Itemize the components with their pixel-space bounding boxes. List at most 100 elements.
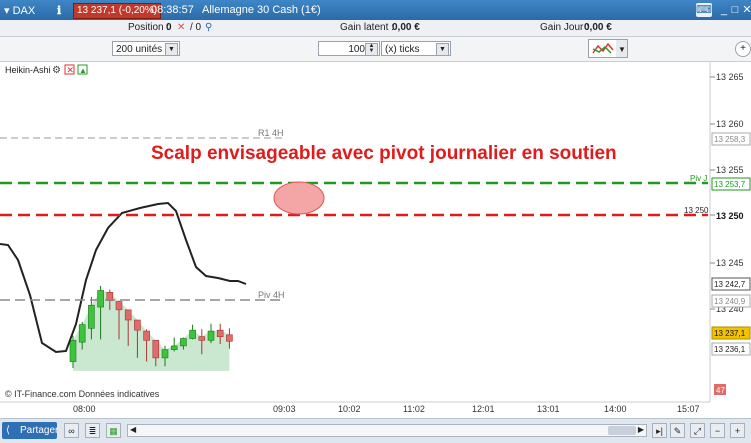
annotation-text: Scalp envisageable avec pivot journalier… xyxy=(151,143,617,164)
close-icon[interactable]: ✕ xyxy=(740,3,751,17)
chart-canvas[interactable]: R1 4H Piv J 13 250 Piv 4H Scalp envisage… xyxy=(0,62,751,418)
close-position-icon[interactable]: ✕ xyxy=(177,22,185,33)
quantity-value: 100 xyxy=(348,44,365,55)
list-icon[interactable]: ≣ xyxy=(85,423,100,438)
candle xyxy=(180,338,187,347)
svg-text:▼: ▼ xyxy=(618,45,626,54)
search-icon[interactable]: ⚲ xyxy=(205,22,212,33)
add-icon[interactable]: + xyxy=(735,41,751,57)
candle xyxy=(152,340,160,359)
y-tick: 13 245 xyxy=(716,258,744,268)
candle xyxy=(115,301,123,311)
y-tick: 13 250 xyxy=(716,211,744,221)
horizontal-scrollbar[interactable]: ◀ ▶ xyxy=(127,424,647,437)
x-tick: 13:01 xyxy=(537,404,560,414)
red-line-label: 13 250 xyxy=(684,206,709,215)
quantity-stepper[interactable]: 100 ▲ ▼ xyxy=(318,41,380,56)
zoom-fit-icon[interactable]: ⤢ xyxy=(690,423,705,438)
link-icon[interactable]: ∞ xyxy=(64,423,79,438)
candle xyxy=(198,336,206,341)
scroll-left-icon[interactable]: ◀ xyxy=(130,425,136,434)
svg-text:13 258,3: 13 258,3 xyxy=(714,135,746,144)
position-info-bar: Position : 0 ✕ / 0 ⚲ Gain latent : 0,00 … xyxy=(0,20,751,37)
svg-text:13 242,7: 13 242,7 xyxy=(714,280,746,289)
chart-toolbar: 200 unités ▼ 100 ▲ ▼ (x) ticks ▼ ▼ + xyxy=(0,37,751,62)
x-tick: 10:02 xyxy=(338,404,361,414)
candle xyxy=(216,329,224,337)
units-select-value: 200 unités xyxy=(116,44,163,55)
last-price-tag: 13 237,1 xyxy=(711,326,751,340)
y-tick: 13 255 xyxy=(716,165,744,175)
share-label: Partager xyxy=(20,425,59,436)
zoom-in-icon[interactable]: + xyxy=(730,423,745,438)
x-tick: 11:02 xyxy=(403,404,425,414)
svg-text:13 236,1: 13 236,1 xyxy=(714,345,746,354)
chevron-down-icon: ▼ xyxy=(436,43,449,56)
share-button[interactable]: ⟨ Partager xyxy=(2,422,59,439)
candle xyxy=(170,345,178,350)
candle xyxy=(143,330,150,341)
candle xyxy=(189,329,196,339)
ticks-select[interactable]: (x) ticks ▼ xyxy=(381,41,451,56)
countdown-tag: 47 xyxy=(714,384,726,395)
chevron-down-icon: ▾ xyxy=(4,5,10,17)
chevron-down-icon: ▼ xyxy=(165,43,178,56)
small-price-tag: 13 236,1 xyxy=(711,342,751,356)
svg-text:⚙: ⚙ xyxy=(52,65,61,76)
jump-end-icon[interactable]: ▸| xyxy=(652,423,667,438)
x-tick: 08:00 xyxy=(73,404,96,414)
svg-text:13 240,9: 13 240,9 xyxy=(714,297,746,306)
candle xyxy=(78,324,86,343)
svg-text:▲: ▲ xyxy=(79,66,87,75)
units-select[interactable]: 200 unités ▼ xyxy=(112,41,180,56)
piv-j-value-tag: 13 253,7 xyxy=(711,177,751,191)
wrench-icon[interactable]: ⚙ xyxy=(52,65,61,76)
candle xyxy=(124,309,132,321)
draw-icon[interactable]: ✎ xyxy=(670,423,685,438)
x-tick: 14:00 xyxy=(604,404,627,414)
indicator-label[interactable]: Heikin-Ashi xyxy=(5,65,51,75)
piv-4h-label: Piv 4H xyxy=(258,290,285,300)
gain-latent-label: Gain latent : xyxy=(340,22,394,33)
bottom-toolbar: ⟨ Partager ∞ ≣ ▦ ◀ ▶ ▸| ✎ ⤢ − + xyxy=(0,418,751,443)
gain-latent-value: 0,00 € xyxy=(392,22,420,33)
price-chart[interactable]: R1 4H Piv J 13 250 Piv 4H Scalp envisage… xyxy=(0,62,751,418)
piv-4h-value-tag: 13 240,9 xyxy=(711,294,751,308)
candle xyxy=(161,349,169,359)
candle xyxy=(134,319,141,331)
window-titlebar: ▾ DAX ℹ 13 237,1 (-0,20%) 08:38:57 Allem… xyxy=(0,0,751,20)
candle xyxy=(88,304,95,329)
price-change-badge: 13 237,1 (-0,20%) xyxy=(73,3,162,19)
copyright-text: © IT-Finance.com Données indicatives xyxy=(5,389,160,399)
chart-type-icon: ▼ xyxy=(592,40,627,57)
symbol-menu[interactable]: ▾ DAX xyxy=(4,4,35,17)
scroll-right-icon[interactable]: ▶ xyxy=(638,425,644,434)
symbol-label: DAX xyxy=(12,5,36,17)
scrollbar-thumb[interactable] xyxy=(608,426,636,435)
candle xyxy=(226,334,233,342)
x-tick: 12:01 xyxy=(472,404,495,414)
r1-4h-label: R1 4H xyxy=(258,128,284,138)
remove-indicator-icon[interactable]: ✕ xyxy=(64,64,75,75)
x-tick: 09:03 xyxy=(273,404,296,414)
black-line-value-tag: 13 242,7 xyxy=(711,277,751,291)
x-tick: 15:07 xyxy=(677,404,700,414)
position-value: 0 xyxy=(166,22,172,33)
candle xyxy=(69,340,77,362)
stepper-arrows-icon[interactable]: ▲ ▼ xyxy=(365,43,378,56)
ticks-select-value: (x) ticks xyxy=(385,44,420,55)
gain-jour-value: 0,00 € xyxy=(584,22,612,33)
grid-icon[interactable]: ▦ xyxy=(106,423,121,438)
keyboard-icon[interactable]: ⌨ xyxy=(696,3,712,17)
candle xyxy=(97,290,104,308)
instrument-name: Allemagne 30 Cash (1€) xyxy=(202,4,321,16)
chart-type-button[interactable]: ▼ xyxy=(588,39,628,58)
share-icon: ⟨ xyxy=(6,425,10,436)
info-icon[interactable]: ℹ xyxy=(57,4,61,17)
arrow-up-icon[interactable]: ▲ xyxy=(77,64,88,75)
svg-text:47: 47 xyxy=(716,386,725,395)
gain-jour-label: Gain Jour : xyxy=(540,22,589,33)
y-tick: 13 260 xyxy=(716,119,744,129)
r1-4h-value-tag: 13 258,3 xyxy=(711,132,751,146)
zoom-out-icon[interactable]: − xyxy=(710,423,725,438)
